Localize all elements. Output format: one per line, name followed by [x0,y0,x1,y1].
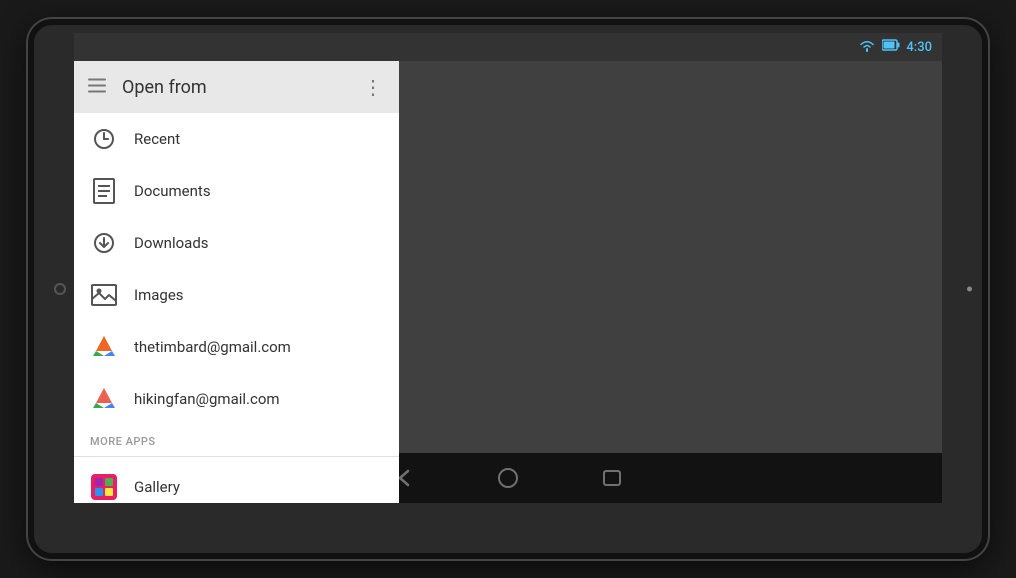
downloads-item[interactable]: Downloads [74,217,399,269]
camera-lens [54,283,66,295]
dialog-list: Recent Documents [74,113,399,503]
thetimbard-item[interactable]: thetimbard@gmail.com [74,321,399,373]
hikingfan-item[interactable]: hikingfan@gmail.com [74,373,399,425]
status-time: 4:30 [906,40,932,55]
gallery-item[interactable]: Gallery [74,461,399,503]
right-indicator [967,287,972,292]
hikingfan-label: hikingfan@gmail.com [134,390,280,408]
gdrive-hikingfan-icon [90,385,118,413]
gdrive-thetimbard-icon [90,333,118,361]
images-icon [90,281,118,309]
more-apps-section-label: MORE APPS [74,425,399,452]
tablet: 4:30 uff to bring to the cabin in Tahoe … [28,19,988,559]
documents-label: Documents [134,182,211,200]
tablet-screen: 4:30 uff to bring to the cabin in Tahoe … [74,33,942,503]
documents-item[interactable]: Documents [74,165,399,217]
open-from-dialog: Open from ⋮ Recent [74,61,399,503]
more-options-icon[interactable]: ⋮ [363,75,383,99]
recent-label: Recent [134,130,180,148]
thetimbard-label: thetimbard@gmail.com [134,338,291,356]
documents-icon [90,177,118,205]
gallery-icon [90,473,118,501]
dialog-title: Open from [122,77,207,98]
downloads-icon [90,229,118,257]
battery-icon [882,39,900,55]
downloads-label: Downloads [134,234,209,252]
menu-icon [88,77,106,98]
recent-icon [90,125,118,153]
recent-item[interactable]: Recent [74,113,399,165]
status-bar: 4:30 [74,33,942,61]
wifi-icon [858,38,876,56]
images-label: Images [134,286,184,304]
section-divider [74,456,399,457]
dialog-header: Open from ⋮ [74,61,399,113]
images-item[interactable]: Images [74,269,399,321]
gallery-label: Gallery [134,478,180,496]
